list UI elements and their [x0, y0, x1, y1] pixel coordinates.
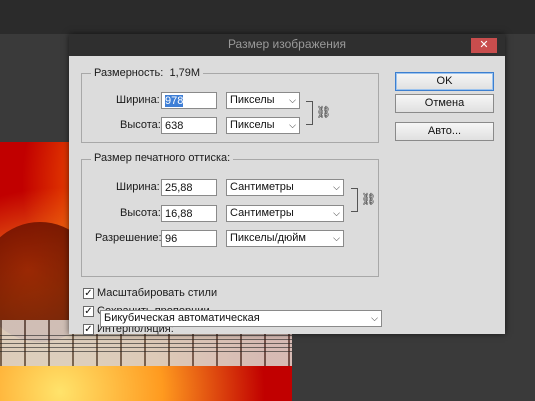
chain-link-icon: ⛓	[316, 105, 332, 119]
cancel-button[interactable]: Отмена	[395, 94, 494, 113]
doc-width-input[interactable]: 25,88	[161, 179, 217, 196]
chevron-down-icon: ⌵	[333, 182, 340, 192]
image-size-dialog: Размер изображения ✕ Размерность: 1,79M …	[69, 34, 505, 335]
auto-button[interactable]: Авто...	[395, 122, 494, 141]
dialog-body: Размерность: 1,79M Ширина: 978 Пикселы ⌵ …	[69, 56, 505, 335]
chevron-down-icon: ⌵	[371, 313, 378, 323]
doc-height-unit-select[interactable]: Сантиметры ⌵	[226, 205, 344, 222]
pixel-height-input[interactable]: 638	[161, 117, 217, 134]
resample-method-select[interactable]: Бикубическая автоматическая ⌵	[100, 310, 382, 327]
pixel-width-label: Ширина:	[116, 94, 160, 106]
doc-link-bracket	[351, 188, 358, 212]
ok-button[interactable]: OK	[395, 72, 494, 91]
constrain-proportions-checkbox[interactable]: ✓	[83, 306, 94, 317]
chevron-down-icon: ⌵	[289, 120, 296, 130]
pixel-height-unit-select[interactable]: Пикселы ⌵	[226, 117, 300, 134]
pixel-width-unit-select[interactable]: Пикселы ⌵	[226, 92, 300, 109]
doc-height-input[interactable]: 16,88	[161, 205, 217, 222]
chevron-down-icon: ⌵	[333, 208, 340, 218]
close-icon[interactable]: ✕	[471, 38, 497, 53]
resolution-label: Разрешение:	[95, 232, 162, 244]
scale-styles-checkbox[interactable]: ✓	[83, 288, 94, 299]
dialog-titlebar[interactable]: Размер изображения ✕	[69, 34, 505, 56]
resolution-input[interactable]: 96	[161, 230, 217, 247]
workspace-top-area	[0, 0, 535, 34]
pixel-link-bracket	[306, 101, 313, 125]
pixel-height-label: Высота:	[120, 119, 161, 131]
dialog-title: Размер изображения	[227, 37, 347, 51]
guitar-strings	[0, 332, 292, 352]
document-size-label: Размер печатного оттиска:	[91, 152, 234, 164]
pixel-width-input[interactable]: 978	[161, 92, 217, 109]
doc-width-unit-select[interactable]: Сантиметры ⌵	[226, 179, 344, 196]
doc-width-label: Ширина:	[116, 181, 160, 193]
doc-height-label: Высота:	[120, 207, 161, 219]
chain-link-icon: ⛓	[361, 192, 377, 206]
scale-styles-label: Масштабировать стили	[97, 287, 218, 299]
chevron-down-icon: ⌵	[289, 95, 296, 105]
pixel-dimensions-size: 1,79M	[169, 67, 201, 79]
chevron-down-icon: ⌵	[333, 233, 340, 243]
pixel-dimensions-label: Размерность: 1,79M	[91, 67, 204, 79]
resample-checkbox[interactable]: ✓	[83, 324, 94, 335]
resolution-unit-select[interactable]: Пикселы/дюйм ⌵	[226, 230, 344, 247]
